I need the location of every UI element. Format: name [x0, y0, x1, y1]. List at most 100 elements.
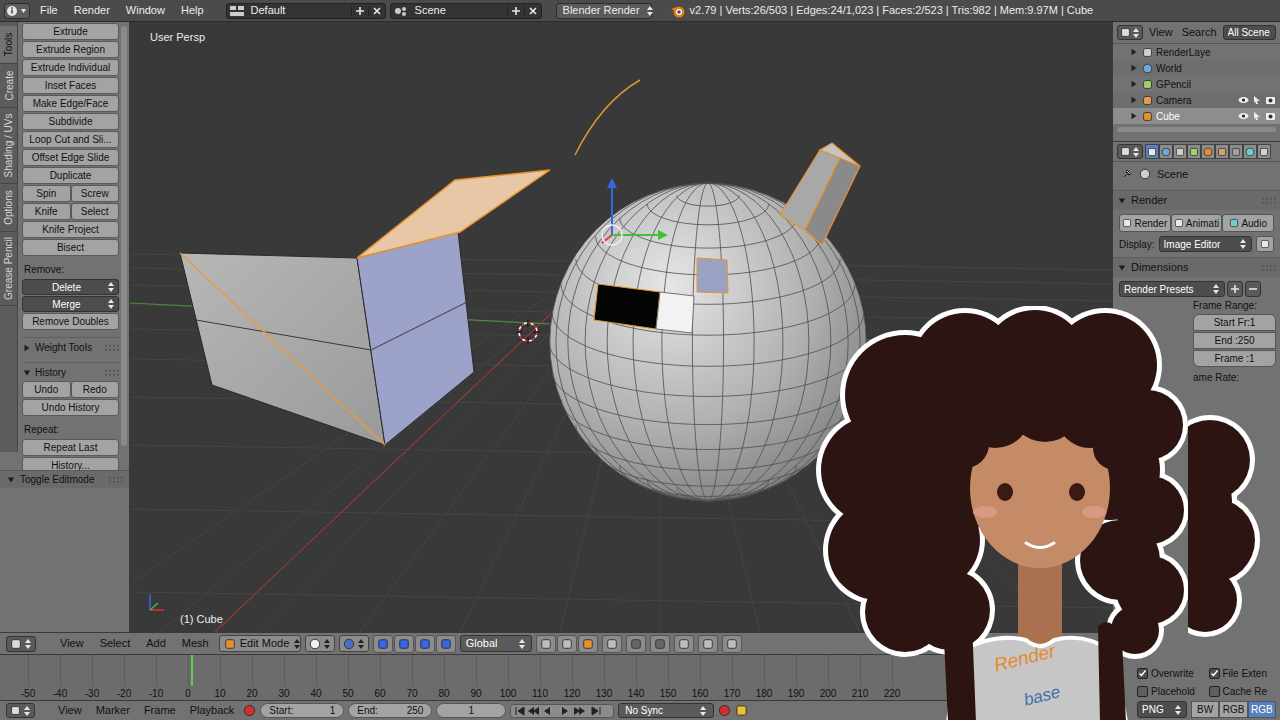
menu-item[interactable]: Select	[94, 635, 137, 652]
shelf-tab[interactable]: Grease Pencil	[0, 232, 17, 306]
cube-mesh[interactable]	[180, 170, 550, 445]
layout-name[interactable]: Default	[247, 2, 351, 19]
menu-item[interactable]: Frame	[139, 702, 181, 719]
collapsed-triangle-icon[interactable]	[1129, 63, 1139, 73]
menu-item[interactable]: Search	[1179, 24, 1220, 41]
grip-icon[interactable]	[105, 369, 119, 377]
visibility-eye-icon[interactable]	[1238, 111, 1249, 121]
properties-panel-header[interactable]: Render	[1113, 190, 1280, 210]
frame-field[interactable]: Start Fr:1	[1193, 314, 1276, 331]
expanded-triangle-icon[interactable]	[6, 475, 16, 485]
color-mode-button[interactable]: RGB	[1248, 701, 1276, 718]
expanded-triangle-icon[interactable]	[1117, 263, 1127, 273]
menu-item[interactable]: Marker	[91, 702, 135, 719]
tool-button[interactable]: Extrude Region	[22, 41, 119, 58]
playback-controls-icon[interactable]	[510, 704, 614, 718]
orientation-dropdown[interactable]: Global	[460, 635, 532, 652]
visibility-eye-icon[interactable]	[1238, 95, 1249, 105]
tool-button[interactable]: Undo History	[22, 399, 119, 416]
output-checkbox[interactable]: Cache Re	[1209, 683, 1277, 699]
menu-item[interactable]: Help	[175, 2, 210, 19]
render-button[interactable]: Animati	[1171, 214, 1223, 232]
tool-button[interactable]: Subdivide	[22, 113, 119, 130]
tool-button[interactable]: Knife	[22, 203, 71, 220]
menu-item[interactable]: View	[54, 635, 90, 652]
grip-icon[interactable]	[1262, 197, 1276, 205]
tool-button[interactable]: Extrude	[22, 23, 119, 40]
collapsed-triangle-icon[interactable]	[22, 343, 32, 353]
collapsed-triangle-icon[interactable]	[1129, 47, 1139, 57]
tool-button[interactable]: Inset Faces	[22, 77, 119, 94]
sync-dropdown[interactable]: No Sync	[618, 703, 714, 718]
collapsed-triangle-icon[interactable]	[1129, 95, 1139, 105]
outliner-row[interactable]: RenderLaye	[1113, 44, 1280, 60]
uv-sphere-mesh[interactable]	[549, 143, 867, 501]
render-engine-dropdown[interactable]: Blender Render	[556, 3, 652, 19]
output-checkbox[interactable]: Overwrite	[1137, 665, 1205, 681]
output-checkbox[interactable]: Placehold	[1137, 683, 1205, 699]
shelf-tab[interactable]: Tools	[0, 26, 17, 64]
menu-item[interactable]: File	[34, 2, 64, 19]
tool-button[interactable]: Repeat Last	[22, 439, 119, 456]
menu-item[interactable]: Render	[68, 2, 116, 19]
expanded-triangle-icon[interactable]	[22, 368, 32, 378]
tool-dropdown[interactable]: Merge	[22, 296, 119, 312]
3d-cursor-icon[interactable]	[516, 320, 540, 344]
transform-manipulator-icon[interactable]	[602, 178, 668, 245]
menu-item[interactable]: Mesh	[176, 635, 215, 652]
panel-header[interactable]: History	[22, 362, 119, 380]
tool-button[interactable]: Spin	[22, 185, 71, 202]
tool-button[interactable]: Bisect	[22, 239, 119, 256]
frame-field[interactable]: End :250	[1193, 332, 1276, 349]
renderability-camera-icon[interactable]	[1265, 95, 1276, 105]
renderability-camera-icon[interactable]	[1265, 111, 1276, 121]
scene-name[interactable]: Scene	[411, 2, 507, 19]
tool-button[interactable]: Extrude Individual	[22, 59, 119, 76]
shelf-scrollbar[interactable]	[121, 26, 127, 446]
render-presets-dropdown[interactable]: Render Presets	[1119, 281, 1225, 297]
grip-icon[interactable]	[109, 476, 123, 484]
menu-item[interactable]: Add	[140, 635, 172, 652]
file-format-dropdown[interactable]: PNG	[1137, 701, 1187, 718]
menu-item[interactable]: Playback	[185, 702, 240, 719]
shelf-tab[interactable]: Create	[0, 64, 17, 108]
outliner-row[interactable]: GPencil	[1113, 76, 1280, 92]
outliner-row[interactable]: Camera	[1113, 92, 1280, 108]
selectability-arrow-icon[interactable]	[1252, 95, 1262, 105]
tool-button[interactable]: Remove Doubles	[22, 313, 119, 330]
shelf-tab[interactable]: Options	[0, 184, 17, 232]
operator-panel-header[interactable]: Toggle Editmode	[0, 470, 129, 488]
tool-button[interactable]: Loop Cut and Sli...	[22, 131, 119, 148]
scene-selector[interactable]: Scene	[390, 3, 542, 19]
color-mode-button[interactable]: BW	[1191, 701, 1219, 718]
tool-button[interactable]: Select	[71, 203, 120, 220]
panel-header[interactable]: Weight Tools	[22, 337, 119, 355]
start-frame-field[interactable]: Start:1	[260, 703, 344, 718]
end-frame-field[interactable]: End:250	[348, 703, 432, 718]
properties-panel-header[interactable]: Dimensions	[1113, 257, 1280, 277]
tool-button[interactable]: Screw	[71, 185, 120, 202]
outliner-scrollbar[interactable]	[1117, 127, 1276, 132]
grease-pencil-stroke[interactable]	[575, 80, 640, 155]
tool-button[interactable]: Undo	[22, 381, 71, 398]
frame-field[interactable]: Frame :1	[1193, 350, 1276, 367]
expanded-triangle-icon[interactable]	[1117, 196, 1127, 206]
display-dropdown[interactable]: Image Editor	[1159, 236, 1252, 252]
tool-dropdown[interactable]: Delete	[22, 279, 119, 295]
tool-button[interactable]: Knife Project	[22, 221, 119, 238]
pin-icon[interactable]	[1121, 168, 1133, 180]
outliner-row[interactable]: Cube	[1113, 108, 1280, 124]
grip-icon[interactable]	[105, 344, 119, 352]
color-mode-button[interactable]: RGB	[1219, 701, 1247, 718]
output-checkbox[interactable]: File Exten	[1209, 665, 1277, 681]
current-frame-line[interactable]	[191, 655, 193, 686]
tool-button[interactable]: Redo	[71, 381, 120, 398]
render-button[interactable]: Render	[1119, 214, 1171, 232]
shelf-tab[interactable]: Shading / UVs	[0, 108, 17, 184]
tool-button[interactable]: Offset Edge Slide	[22, 149, 119, 166]
collapsed-triangle-icon[interactable]	[1129, 79, 1139, 89]
render-button[interactable]: Audio	[1222, 214, 1274, 232]
mode-dropdown[interactable]: Edit Mode	[219, 635, 301, 652]
info-editor-icon[interactable]	[4, 3, 30, 19]
tool-button[interactable]: Duplicate	[22, 167, 119, 184]
